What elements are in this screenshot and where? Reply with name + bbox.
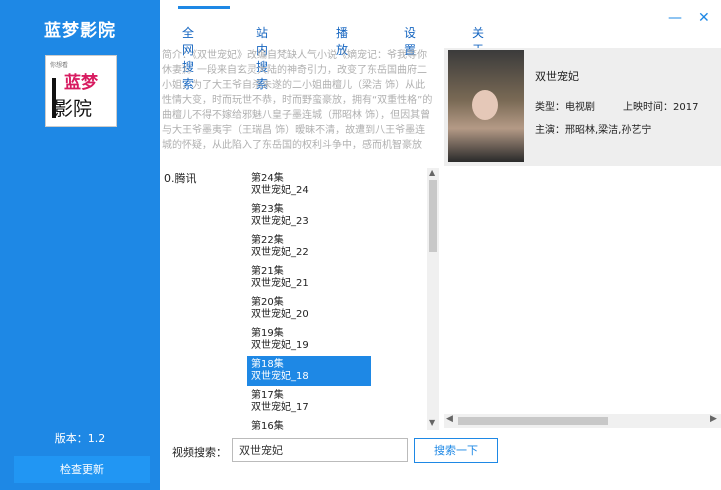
detail-hscrollbar[interactable]: ◀ ▶: [444, 414, 721, 428]
scroll-right-icon[interactable]: ▶: [710, 414, 717, 424]
scroll-thumb[interactable]: [429, 180, 437, 252]
episode-item[interactable]: 第21集 双世宠妃_21: [247, 263, 371, 293]
search-input[interactable]: [232, 438, 408, 462]
detail-type: 类型：电视剧: [535, 102, 595, 113]
episode-item[interactable]: 第20集 双世宠妃_20: [247, 294, 371, 324]
logo-text-bottom: 影院: [54, 98, 93, 120]
description-text: 简介：《双世宠妃》改编自梵缺人气小说《嫡宠记：爷我等你休妻》。一段来自玄灵大陆的…: [162, 50, 433, 151]
episode-item[interactable]: 第22集 双世宠妃_22: [247, 232, 371, 262]
episode-item[interactable]: 第17集 双世宠妃_17: [247, 387, 371, 417]
check-update-button[interactable]: 检查更新: [14, 456, 150, 483]
version-label: 版本：1.2: [54, 432, 106, 445]
detail-title: 双世宠妃: [535, 70, 579, 83]
episode-list: 0.腾讯 第24集 双世宠妃_24 第23集 双世宠妃_23 第22集 双世宠妃_22…: [163, 168, 427, 430]
scroll-down-icon[interactable]: ▼: [429, 418, 435, 427]
close-icon[interactable]: ✕: [698, 10, 710, 26]
poster-image: [448, 50, 524, 162]
scroll-up-icon[interactable]: ▲: [429, 168, 435, 177]
episode-item-selected[interactable]: 第18集 双世宠妃_18: [247, 356, 371, 386]
logo-text-top: 蓝梦: [64, 73, 98, 93]
episode-list-scrollbar[interactable]: ▲ ▼: [427, 168, 439, 430]
detail-release: 上映时间：2017: [623, 102, 699, 113]
episode-item[interactable]: 第23集 双世宠妃_23: [247, 201, 371, 231]
episode-item[interactable]: 第24集 双世宠妃_24: [247, 170, 371, 200]
episode-item[interactable]: 第16集: [247, 418, 371, 430]
sidebar: 蓝梦影院 你想看 蓝梦 影院 版本：1.2 检查更新: [0, 0, 160, 490]
hscroll-thumb[interactable]: [458, 417, 608, 425]
minimize-icon[interactable]: —: [668, 10, 682, 26]
search-button[interactable]: 搜索一下: [414, 438, 498, 463]
app-logo: 你想看 蓝梦 影院: [45, 55, 117, 127]
active-tab-indicator: [178, 6, 230, 9]
search-label: 视频搜索：: [172, 446, 227, 459]
app-title: 蓝梦影院: [44, 21, 116, 41]
episode-item[interactable]: 第19集 双世宠妃_19: [247, 325, 371, 355]
source-label: 0.腾讯: [164, 172, 197, 185]
detail-cast: 主演：邢昭林,梁洁,孙艺宁: [535, 125, 652, 136]
scroll-left-icon[interactable]: ◀: [446, 414, 453, 424]
